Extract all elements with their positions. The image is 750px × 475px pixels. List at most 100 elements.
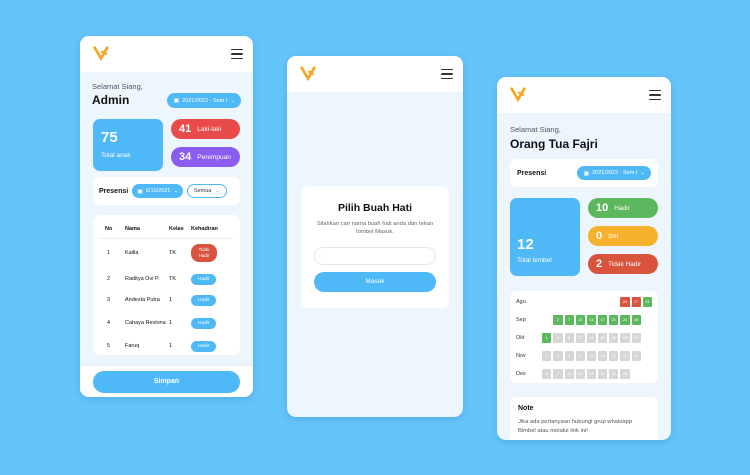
- calendar-day[interactable]: 14: [575, 369, 585, 379]
- calendar-day[interactable]: 28: [620, 369, 630, 379]
- calendar-day[interactable]: 21: [598, 369, 608, 379]
- status-button[interactable]: Hadir: [191, 317, 217, 329]
- calendar-day[interactable]: 24: [620, 297, 630, 307]
- tidak-hadir-label: Tidak Hadir: [608, 260, 642, 268]
- calendar-row: Nov 2 5 9 12 16 19 23 26 30: [516, 347, 652, 365]
- calendar-day[interactable]: 16: [586, 351, 597, 361]
- calendar-day[interactable]: 26: [620, 333, 630, 343]
- calendar-day[interactable]: 2: [542, 351, 552, 361]
- row-kelas: TK: [169, 276, 177, 282]
- filter-select[interactable]: Semua ⌄: [186, 184, 227, 198]
- calendar-day: [598, 297, 607, 306]
- calendar-icon: ▣: [583, 170, 590, 177]
- row-no: 5: [107, 343, 111, 349]
- app-header: [80, 36, 253, 72]
- calendar-day[interactable]: 3: [542, 369, 552, 379]
- status-button[interactable]: Hadir: [191, 273, 217, 285]
- izin-label: Izin: [608, 232, 619, 240]
- calendar-day[interactable]: 29: [631, 333, 641, 343]
- hamburger-menu-icon[interactable]: [441, 69, 453, 79]
- calendar-day[interactable]: 31: [642, 297, 652, 307]
- status-button[interactable]: Hadir: [191, 340, 217, 352]
- female-stat: 34 Perempuan: [171, 147, 240, 167]
- calendar-row: Des 3 7 10 14 17 21 24 28: [516, 365, 652, 383]
- calendar-day[interactable]: 26: [620, 351, 630, 361]
- male-stat: 41 Laki-laki: [171, 119, 240, 139]
- parent-screen: Selamat Siang, Orang Tua Fajri Presensi …: [497, 77, 671, 440]
- calendar-day: [632, 369, 641, 378]
- calendar-day[interactable]: 21: [609, 315, 619, 325]
- calendar-day[interactable]: 2: [553, 315, 563, 325]
- calendar-day[interactable]: 10: [575, 315, 585, 325]
- period-label: 2021/2022 - Sem I: [592, 170, 638, 176]
- hadir-value: 10: [596, 202, 609, 214]
- calendar-icon: ▣: [137, 188, 143, 195]
- calendar-day[interactable]: 9: [564, 351, 574, 361]
- status-button[interactable]: Hadir: [191, 294, 217, 306]
- calendar-day[interactable]: 30: [631, 351, 641, 361]
- calendar-day[interactable]: 28: [631, 315, 641, 325]
- male-value: 41: [179, 123, 192, 135]
- hamburger-menu-icon[interactable]: [231, 49, 243, 59]
- period-select[interactable]: ▣ 2021/2022 - Sem I ⌄: [577, 166, 651, 180]
- calendar-day[interactable]: 19: [598, 333, 608, 343]
- logo-icon: [93, 46, 109, 62]
- status-button[interactable]: Tidak Hadir: [191, 244, 217, 263]
- izin-value: 0: [596, 230, 603, 242]
- calendar-row: Agu 24 27 31: [516, 293, 652, 311]
- calendar-month: Agu: [516, 299, 526, 305]
- table-row: 3 Andesta Putra 1 Hadir: [99, 290, 234, 310]
- masuk-button[interactable]: Masuk: [314, 271, 436, 292]
- calendar-day: [609, 297, 618, 306]
- child-name-input[interactable]: [314, 246, 436, 265]
- calendar-day[interactable]: 24: [609, 369, 619, 379]
- calendar-day[interactable]: 7: [564, 315, 574, 325]
- female-value: 34: [179, 151, 192, 163]
- calendar-month: Nov: [516, 353, 526, 359]
- calendar-day[interactable]: 10: [564, 369, 574, 379]
- calendar-day[interactable]: 17: [598, 315, 608, 325]
- table-row: 1 Kailla TK Tidak Hadir: [99, 238, 234, 268]
- calendar-day[interactable]: 17: [586, 369, 597, 379]
- calendar-row: Sep 2 7 10 14 17 21 24 28: [516, 311, 652, 329]
- calendar-day[interactable]: 12: [575, 333, 585, 343]
- total-card: 12 Total bimbel: [510, 198, 580, 276]
- calendar-day[interactable]: 8: [564, 333, 574, 343]
- calendar-month: Sep: [516, 317, 526, 323]
- calendar-day[interactable]: 24: [620, 315, 630, 325]
- date-label: 6/10/2021: [145, 188, 171, 194]
- row-nama: Faruq: [125, 343, 140, 349]
- pick-title: Pilih Buah Hati: [337, 202, 413, 214]
- tidak-hadir-stat: 2 Tidak Hadir: [588, 254, 658, 274]
- calendar-day: [553, 297, 562, 306]
- calendar-day[interactable]: 15: [586, 333, 597, 343]
- col-nama: Nama: [125, 226, 140, 233]
- attendance-calendar: Agu 24 27 31 Sep 2 7 10 14 17 21 24 28 Okt 1 5 8 12 15 19 22…: [510, 291, 658, 383]
- app-header: [287, 56, 463, 92]
- presensi-bar: Presensi ▣ 2021/2022 - Sem I ⌄: [510, 159, 658, 187]
- pick-child-card: Pilih Buah Hati Silahkan cari nama buah …: [301, 186, 449, 308]
- calendar-day[interactable]: 1: [542, 333, 552, 343]
- calendar-day: [643, 369, 652, 378]
- calendar-day[interactable]: 27: [631, 297, 641, 307]
- attendance-table: No Nama Kelas Kehadiran 1 Kailla TK Tida…: [93, 215, 240, 355]
- calendar-day[interactable]: 19: [598, 351, 608, 361]
- logo-icon: [510, 87, 526, 103]
- save-button[interactable]: Simpan: [93, 371, 240, 393]
- period-select[interactable]: ▣ 2021/2022 - Sem I ⌄: [167, 93, 241, 108]
- calendar-day[interactable]: 12: [575, 351, 585, 361]
- calendar-day[interactable]: 14: [586, 315, 597, 325]
- calendar-day[interactable]: 22: [609, 333, 619, 343]
- row-kelas: 1: [169, 320, 173, 326]
- hamburger-menu-icon[interactable]: [649, 90, 661, 100]
- row-nama: Cahaya Reviona: [125, 320, 166, 326]
- calendar-day[interactable]: 23: [609, 351, 619, 361]
- calendar-day[interactable]: 5: [553, 333, 563, 343]
- calendar-day[interactable]: 5: [553, 351, 563, 361]
- date-select[interactable]: ▣ 6/10/2021 ⌄: [132, 184, 183, 198]
- row-no: 1: [107, 250, 111, 257]
- table-header: No Nama Kelas Kehadiran: [99, 221, 234, 238]
- save-bar: Simpan: [80, 365, 253, 397]
- calendar-day[interactable]: 7: [553, 369, 563, 379]
- calendar-day: [643, 333, 652, 342]
